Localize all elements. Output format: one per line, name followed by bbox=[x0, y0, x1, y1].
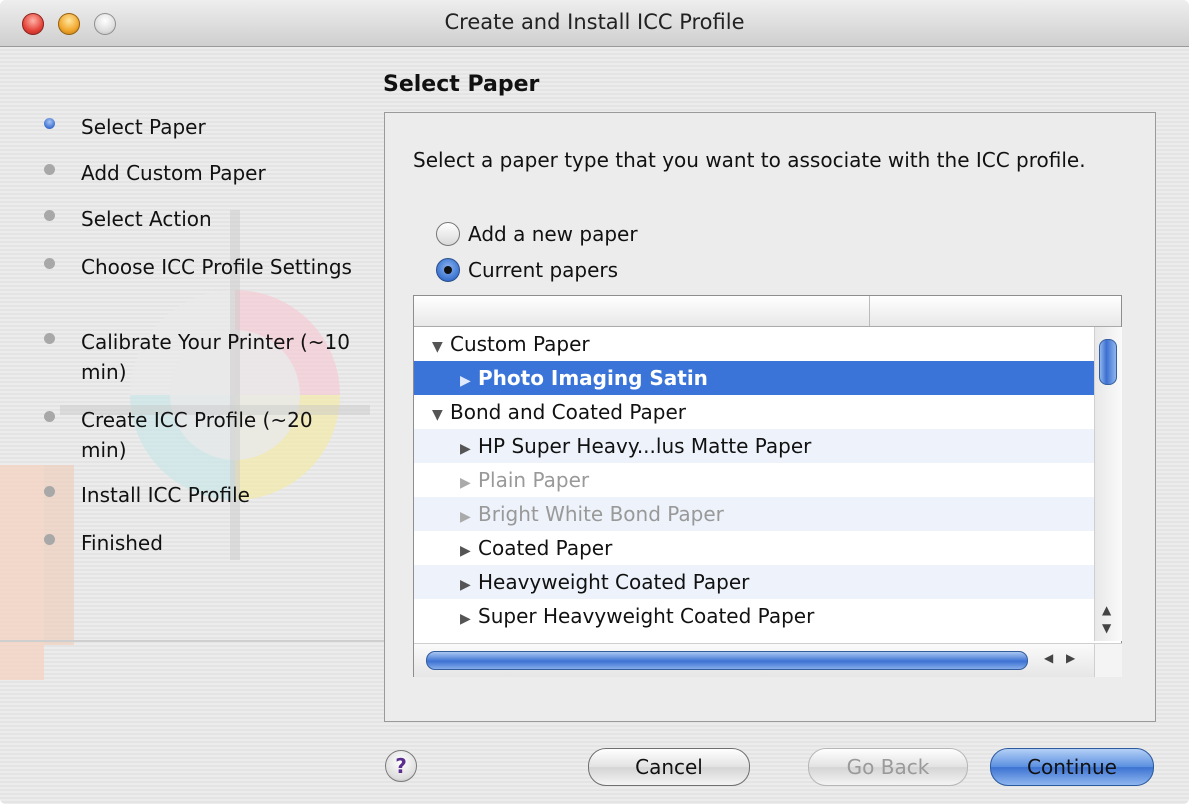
row-label: Coated Paper bbox=[478, 536, 613, 560]
vertical-scroll-thumb[interactable] bbox=[1099, 339, 1117, 385]
list-row-selected[interactable]: ▶ Photo Imaging Satin bbox=[414, 361, 1094, 395]
step-label: Install ICC Profile bbox=[81, 483, 250, 507]
row-label: HP Super Heavy...lus Matte Paper bbox=[478, 434, 812, 458]
cancel-button[interactable]: Cancel bbox=[588, 748, 750, 786]
horizontal-scrollbar[interactable]: ◀ ▶ bbox=[414, 643, 1094, 677]
disclosure-collapsed-icon[interactable]: ▶ bbox=[460, 364, 478, 398]
scroll-left-arrow-icon[interactable]: ◀ bbox=[1044, 651, 1053, 665]
step-label: Select Paper bbox=[81, 115, 206, 139]
step-label: Create ICC Profile (~20 min) bbox=[81, 408, 313, 462]
list-group-row[interactable]: ▼ Custom Paper bbox=[414, 327, 1094, 361]
add-new-paper-label[interactable]: Add a new paper bbox=[468, 222, 638, 246]
disclosure-collapsed-icon[interactable]: ▶ bbox=[460, 432, 478, 466]
step-label: Calibrate Your Printer (~10 min) bbox=[81, 330, 350, 384]
paper-list[interactable]: ▼ Custom Paper ▶ Photo Imaging Satin ▼ Bond… bbox=[413, 295, 1122, 677]
help-button[interactable]: ? bbox=[385, 750, 417, 782]
list-row-disabled: ▶ Bright White Bond Paper bbox=[414, 497, 1094, 531]
watermark-divider bbox=[0, 640, 390, 642]
go-back-button: Go Back bbox=[808, 748, 968, 786]
horizontal-scroll-thumb[interactable] bbox=[426, 651, 1028, 670]
watermark-shape bbox=[0, 465, 44, 680]
dialog-window: Create and Install ICC Profile Select Pa… bbox=[0, 0, 1189, 804]
row-label: Custom Paper bbox=[450, 332, 590, 356]
row-label: Super Heavyweight Coated Paper bbox=[478, 604, 815, 628]
row-label: Photo Imaging Satin bbox=[478, 366, 708, 390]
column-divider[interactable] bbox=[869, 296, 870, 326]
window-title: Create and Install ICC Profile bbox=[444, 10, 745, 34]
list-row[interactable]: ▶ HP Super Heavy...lus Matte Paper bbox=[414, 429, 1094, 463]
step-bullet-icon bbox=[44, 210, 55, 221]
title-bar[interactable]: Create and Install ICC Profile bbox=[0, 0, 1189, 47]
current-papers-label[interactable]: Current papers bbox=[468, 258, 618, 282]
paper-list-rows: ▼ Custom Paper ▶ Photo Imaging Satin ▼ Bond… bbox=[414, 327, 1094, 642]
disclosure-collapsed-icon[interactable]: ▶ bbox=[460, 568, 478, 602]
current-papers-radio[interactable] bbox=[436, 258, 460, 282]
step-label: Choose ICC Profile Settings bbox=[81, 255, 352, 279]
disclosure-collapsed-icon[interactable]: ▶ bbox=[460, 602, 478, 636]
list-row[interactable]: ▶ Coated Paper bbox=[414, 531, 1094, 565]
scroll-up-arrow-icon[interactable]: ▲ bbox=[1102, 603, 1111, 617]
continue-button[interactable]: Continue bbox=[990, 748, 1154, 786]
scroll-down-arrow-icon[interactable]: ▼ bbox=[1102, 621, 1111, 635]
list-row[interactable]: ▶ Super Heavyweight Coated Paper bbox=[414, 599, 1094, 633]
list-group-row[interactable]: ▼ Bond and Coated Paper bbox=[414, 395, 1094, 429]
step-bullet-icon bbox=[44, 164, 55, 175]
step-label: Add Custom Paper bbox=[81, 161, 266, 185]
disclosure-collapsed-icon: ▶ bbox=[460, 475, 471, 491]
step-bullet-icon bbox=[44, 534, 55, 545]
step-label: Finished bbox=[81, 531, 163, 555]
disclosure-expanded-icon[interactable]: ▼ bbox=[432, 398, 450, 432]
instructions-text: Select a paper type that you want to ass… bbox=[413, 148, 1086, 172]
list-row-disabled: ▶ Plain Paper bbox=[414, 463, 1094, 497]
scroll-right-arrow-icon[interactable]: ▶ bbox=[1066, 651, 1075, 665]
disclosure-collapsed-icon: ▶ bbox=[460, 509, 471, 525]
disclosure-expanded-icon[interactable]: ▼ bbox=[432, 330, 450, 364]
step-bullet-icon bbox=[44, 333, 55, 344]
step-bullet-icon bbox=[44, 258, 55, 269]
scrollbar-corner bbox=[1094, 643, 1122, 677]
list-row[interactable]: ▶ Heavyweight Coated Paper bbox=[414, 565, 1094, 599]
row-label: Plain Paper bbox=[478, 468, 590, 492]
disclosure-collapsed-icon[interactable]: ▶ bbox=[460, 534, 478, 568]
section-title: Select Paper bbox=[383, 72, 540, 97]
list-column-header[interactable] bbox=[414, 296, 1121, 327]
step-label: Select Action bbox=[81, 207, 212, 231]
row-label: Bright White Bond Paper bbox=[478, 502, 724, 526]
row-label: Bond and Coated Paper bbox=[450, 400, 686, 424]
step-bullet-icon bbox=[44, 486, 55, 497]
vertical-scrollbar[interactable]: ▲ ▼ bbox=[1094, 327, 1122, 641]
add-new-paper-radio[interactable] bbox=[436, 222, 460, 246]
current-step-bullet-icon bbox=[44, 118, 55, 129]
step-bullet-icon bbox=[44, 411, 55, 422]
row-label: Heavyweight Coated Paper bbox=[478, 570, 750, 594]
